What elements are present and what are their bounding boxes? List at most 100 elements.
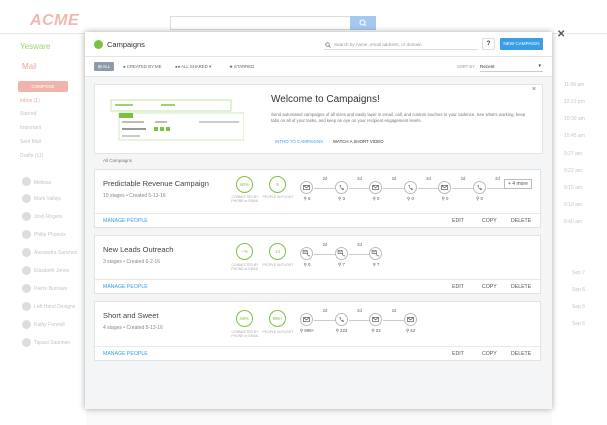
- contact-name[interactable]: Josh Rogers: [34, 214, 62, 220]
- manage-people-link[interactable]: MANAGE PEOPLE: [103, 351, 148, 357]
- message-time: 12:21 pm: [564, 99, 585, 105]
- campaign-step[interactable]: [300, 181, 313, 194]
- campaign-name[interactable]: Predictable Revenue Campaign: [103, 179, 209, 188]
- filter-starred-tab[interactable]: ★ STARRED: [225, 62, 258, 71]
- email-icon: [303, 185, 310, 190]
- contact-avatar: [22, 284, 31, 293]
- manage-people-link[interactable]: MANAGE PEOPLE: [103, 284, 148, 290]
- step-connector: [314, 319, 336, 321]
- search-icon: [359, 19, 367, 27]
- brand-logo: ACME: [30, 12, 80, 29]
- contact-avatar: [22, 248, 31, 257]
- step-delay: 2d: [357, 242, 362, 247]
- campaign-step[interactable]: [334, 313, 348, 326]
- step-delay: 2d: [322, 176, 328, 181]
- chevron-down-icon: ▾: [538, 63, 541, 69]
- welcome-panel: Welcome to Campaigns! Send automated cam…: [94, 84, 543, 154]
- background-search-input[interactable]: [170, 16, 376, 30]
- nav-inbox[interactable]: Inbox (1): [20, 98, 40, 104]
- all-campaigns-label: All Campaigns: [103, 158, 133, 163]
- compose-button[interactable]: COMPOSE: [18, 81, 68, 92]
- campaign-step[interactable]: [472, 181, 486, 194]
- filter-bar: ⊞ ALL ● CREATED BY ME ●● ALL SHARED ▾ ★ …: [85, 57, 552, 77]
- step-delay: 2d: [322, 242, 328, 247]
- nav-drafts[interactable]: Drafts (11): [20, 153, 43, 159]
- phone-icon: [339, 316, 344, 323]
- campaign-meta: 10 stages • Created 5-13-16: [103, 193, 166, 199]
- welcome-text: Send automated campaigns of all sizes an…: [271, 112, 526, 124]
- contact-name[interactable]: Philip Phoenix: [34, 232, 66, 238]
- background-sidebar: Yesware Mail COMPOSE Inbox (1) Starred I…: [0, 34, 86, 425]
- edit-button[interactable]: EDIT: [452, 218, 464, 224]
- background-search-button[interactable]: [350, 16, 376, 30]
- email-icon: [372, 185, 379, 190]
- contact-avatar: [22, 302, 31, 311]
- step-people-count: ⚲ 0: [407, 196, 414, 201]
- copy-button[interactable]: COPY: [482, 284, 497, 290]
- filter-all-tab[interactable]: ⊞ ALL: [94, 62, 115, 71]
- step-connector: [314, 253, 336, 255]
- copy-button[interactable]: COPY: [482, 218, 497, 224]
- campaign-step[interactable]: [403, 181, 417, 194]
- campaign-created: Created 5-13-16: [126, 325, 163, 331]
- nav-starred[interactable]: Starred: [20, 111, 36, 117]
- campaign-step[interactable]: [438, 181, 451, 194]
- phone-icon: [408, 184, 413, 191]
- step-people-count: ⚲ 0: [441, 196, 449, 201]
- campaign-step[interactable]: [334, 181, 348, 194]
- sort-select[interactable]: Recent ▾: [480, 61, 543, 72]
- filter-all-shared-tab[interactable]: ●● ALL SHARED ▾: [171, 62, 215, 71]
- close-modal-icon[interactable]: ✕: [557, 29, 565, 40]
- contact-name[interactable]: Kathy Fennell: [34, 322, 65, 328]
- campaign-step[interactable]: [300, 313, 313, 326]
- filter-created-by-me-tab[interactable]: ● CREATED BY ME: [119, 62, 166, 71]
- campaign-step[interactable]: [369, 313, 382, 326]
- campaign-footer: MANAGE PEOPLE EDIT COPY DELETE: [95, 346, 540, 361]
- edit-button[interactable]: EDIT: [452, 351, 464, 357]
- in-flight-label: PEOPLE IN FLIGHT: [262, 195, 294, 199]
- campaign-step[interactable]: [369, 181, 382, 194]
- nav-sent[interactable]: Sent Mail: [20, 139, 41, 145]
- delete-button[interactable]: DELETE: [511, 218, 531, 224]
- more-steps-button[interactable]: + 4 more: [504, 179, 532, 189]
- message-time: Sep 7: [572, 270, 586, 276]
- step-delay: 2d: [391, 308, 397, 313]
- email-icon: [372, 317, 379, 322]
- watch-video-link[interactable]: WATCH A SHORT VIDEO: [333, 139, 384, 144]
- campaign-search-input[interactable]: Search by name, email address, or domain: [324, 39, 478, 50]
- intro-to-campaigns-link[interactable]: INTRO TO CAMPAIGNS: [275, 139, 323, 144]
- campaign-step[interactable]: [369, 247, 382, 260]
- help-button[interactable]: ?: [482, 38, 495, 50]
- contact-name[interactable]: Alexandra Sanchez: [34, 250, 77, 256]
- copy-button[interactable]: COPY: [482, 351, 497, 357]
- manage-people-link[interactable]: MANAGE PEOPLE: [103, 218, 148, 224]
- contact-avatar: [22, 194, 31, 203]
- welcome-close-icon[interactable]: ×: [532, 86, 536, 93]
- campaign-name[interactable]: Short and Sweet: [103, 311, 158, 320]
- search-placeholder: Search by name, email address, or domain: [334, 42, 422, 47]
- delete-button[interactable]: DELETE: [511, 284, 531, 290]
- campaign-stages: 4 stages: [103, 325, 122, 331]
- delete-button[interactable]: DELETE: [511, 351, 531, 357]
- email-icon: [406, 317, 414, 322]
- contact-name[interactable]: Pierre Burrows: [34, 286, 67, 292]
- search-icon: [325, 42, 331, 48]
- campaign-step[interactable]: [403, 313, 417, 326]
- campaign-step[interactable]: [334, 247, 348, 260]
- step-people-count: ⚲ 222: [335, 328, 348, 333]
- step-connector: [348, 319, 370, 321]
- contact-name[interactable]: Elizabeth Jones: [34, 268, 69, 274]
- campaign-step[interactable]: [300, 247, 313, 260]
- contact-name[interactable]: Left Hand Designs: [34, 304, 75, 310]
- nav-important[interactable]: Important: [20, 125, 41, 131]
- step-connector: [383, 187, 405, 189]
- new-campaign-button[interactable]: NEW CAMPAIGN: [500, 38, 543, 50]
- campaign-name[interactable]: New Leads Outreach: [103, 245, 173, 254]
- message-time: 9:10 am: [564, 202, 583, 208]
- welcome-title: Welcome to Campaigns!: [271, 94, 380, 105]
- edit-button[interactable]: EDIT: [452, 284, 464, 290]
- step-people-count: ⚲ 3: [338, 196, 345, 201]
- contact-name[interactable]: Tapani Saarinen: [34, 340, 70, 346]
- contact-name[interactable]: Mark Vallejo: [34, 196, 61, 202]
- campaign-card: Predictable Revenue Campaign 10 stages •…: [94, 169, 541, 228]
